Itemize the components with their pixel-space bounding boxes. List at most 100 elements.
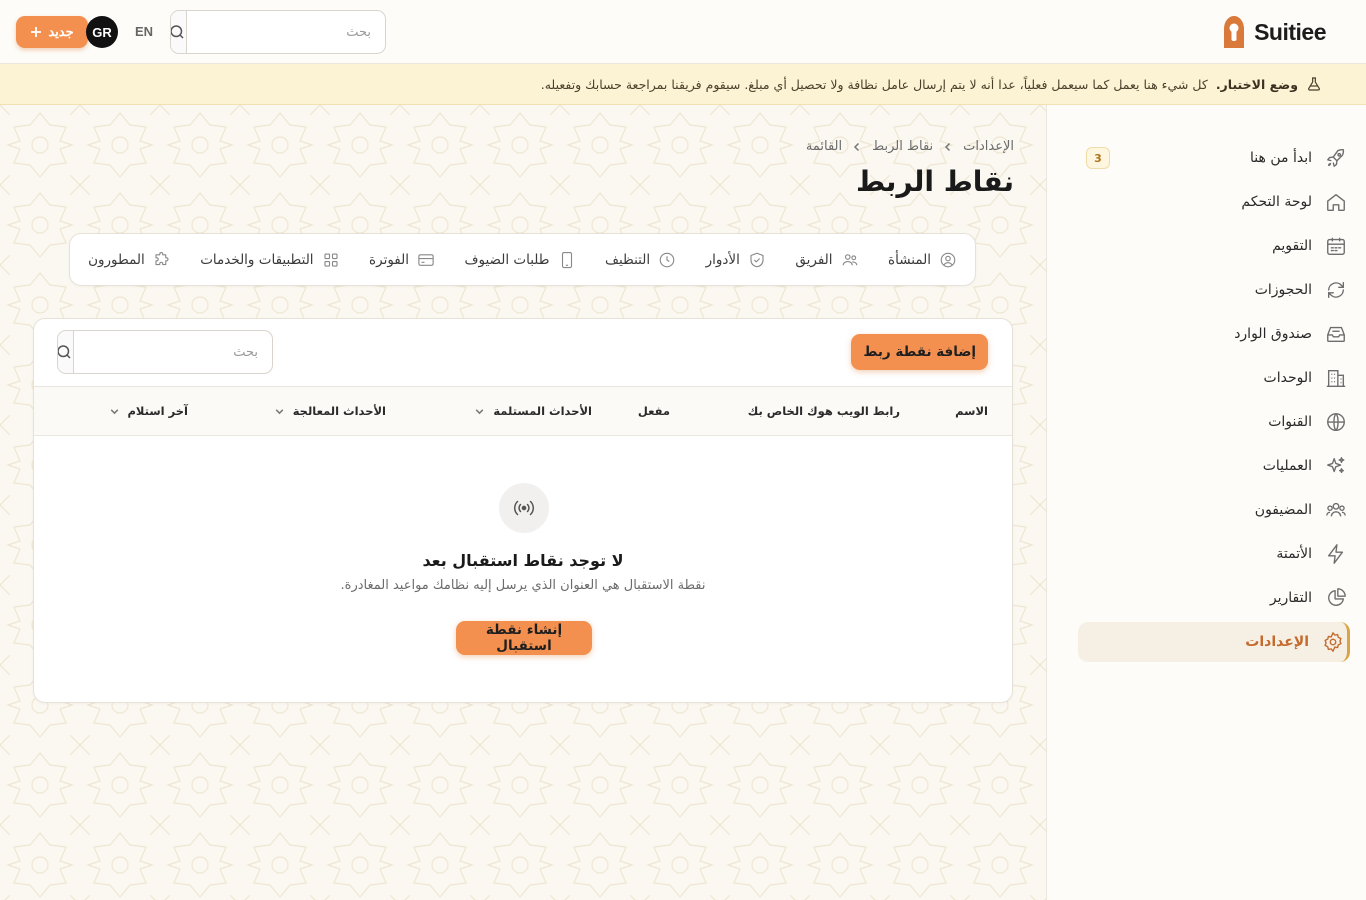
broadcast-icon xyxy=(499,483,549,533)
language-switch[interactable]: EN xyxy=(135,24,153,39)
keyhole-logo-icon xyxy=(1224,16,1245,48)
brand-name: Suitiee xyxy=(1254,18,1326,45)
rocket-icon xyxy=(1324,146,1348,170)
tab-label: المنشأة xyxy=(888,251,931,268)
column-header-label: الأحداث المعالجة xyxy=(292,404,386,418)
brand-logo[interactable]: Suitiee xyxy=(1221,15,1326,49)
tab-property[interactable]: المنشأة xyxy=(888,251,957,269)
breadcrumb-current: القائمة xyxy=(805,139,843,154)
tab-label: الأدوار xyxy=(705,251,740,268)
sidebar-item-calendar[interactable]: التقويم xyxy=(1078,226,1350,266)
new-button[interactable]: جديد xyxy=(16,16,88,48)
tab-cleaning[interactable]: التنظيف xyxy=(605,251,676,269)
search-icon xyxy=(58,345,71,359)
chevron-down-icon xyxy=(275,408,284,414)
column-header-label: آخر استلام xyxy=(127,404,189,418)
new-button-label: جديد xyxy=(48,24,74,39)
bolt-icon xyxy=(1324,542,1348,566)
column-events-processed[interactable]: الأحداث المعالجة xyxy=(274,404,386,418)
user-avatar[interactable]: GR xyxy=(86,16,118,48)
global-search-input[interactable] xyxy=(187,11,385,53)
sidebar-item-label: العمليات xyxy=(1262,458,1312,474)
sidebar-item-settings[interactable]: الإعدادات xyxy=(1078,622,1350,662)
column-header-label: الاسم xyxy=(955,404,988,418)
webhooks-card: إضافة نقطة ربط الاسم رابط الويب هوك الخا… xyxy=(33,318,1013,703)
sidebar-item-dashboard[interactable]: لوحة التحكم xyxy=(1078,182,1350,222)
phone-icon xyxy=(561,251,572,268)
tab-label: الفوترة xyxy=(369,251,409,268)
empty-state-title: لا توجد نقاط استقبال بعد xyxy=(422,551,624,570)
column-webhook-url: رابط الويب هوك الخاص بك xyxy=(748,404,900,418)
sidebar-item-label: التقارير xyxy=(1269,590,1312,606)
search-icon xyxy=(171,25,184,39)
tab-guest-requests[interactable]: طلبات الضيوف xyxy=(464,251,575,269)
credit-card-icon xyxy=(418,253,434,266)
global-search-button[interactable] xyxy=(171,11,187,53)
global-search[interactable] xyxy=(170,10,386,54)
grid-icon xyxy=(324,252,338,267)
sidebar-item-label: الحجوزات xyxy=(1254,282,1312,298)
tab-roles[interactable]: الأدوار xyxy=(706,251,766,269)
tab-label: التنظيف xyxy=(604,251,651,268)
table-search-button[interactable] xyxy=(58,331,74,373)
sidebar-item-inbox[interactable]: صندوق الوارد xyxy=(1078,314,1350,354)
pie-chart-icon xyxy=(1324,586,1348,610)
sidebar-item-get-started[interactable]: ابدأ من هنا 3 xyxy=(1078,138,1350,178)
sidebar-item-label: ابدأ من هنا xyxy=(1250,150,1312,166)
breadcrumb-webhooks[interactable]: نقاط الربط xyxy=(872,139,933,154)
sidebar-item-units[interactable]: الوحدات xyxy=(1078,358,1350,398)
sidebar-item-label: الإعدادات xyxy=(1245,634,1309,650)
tab-billing[interactable]: الفوترة xyxy=(369,251,435,269)
test-mode-title: وضع الاختبار. xyxy=(1215,76,1298,92)
chevron-down-icon xyxy=(110,408,118,414)
sidebar-item-bookings[interactable]: الحجوزات xyxy=(1078,270,1350,310)
sidebar-item-label: لوحة التحكم xyxy=(1241,194,1312,210)
sidebar-count-badge: 3 xyxy=(1086,147,1110,169)
sidebar-item-automation[interactable]: الأتمتة xyxy=(1078,534,1350,574)
building-icon xyxy=(1324,366,1348,390)
create-endpoint-button[interactable]: إنشاء نقطة استقبال xyxy=(456,621,592,655)
gear-icon xyxy=(1321,630,1345,654)
main-content: الإعدادات نقاط الربط القائمة نقاط الربط … xyxy=(0,105,1046,900)
table-search-input[interactable] xyxy=(74,331,272,373)
inbox-icon xyxy=(1324,322,1348,346)
page-title: نقاط الربط xyxy=(855,165,1014,198)
tab-label: المطورون xyxy=(88,251,145,268)
tab-apps-services[interactable]: التطبيقات والخدمات xyxy=(200,251,339,269)
home-icon xyxy=(1324,190,1348,214)
shield-icon xyxy=(750,252,764,267)
sidebar-item-reports[interactable]: التقارير xyxy=(1078,578,1350,618)
sidebar-item-hosts[interactable]: المضيفون xyxy=(1078,490,1350,530)
globe-icon xyxy=(1324,410,1348,434)
column-header-label: الأحداث المستلمة xyxy=(493,404,592,418)
tab-developers[interactable]: المطورون xyxy=(88,251,171,269)
user-circle-icon xyxy=(940,252,956,267)
table-search[interactable] xyxy=(57,330,273,374)
table-header: الاسم رابط الويب هوك الخاص بك مفعل الأحد… xyxy=(34,386,1012,436)
clock-icon xyxy=(659,252,675,267)
add-webhook-button[interactable]: إضافة نقطة ربط xyxy=(851,334,988,370)
sidebar-item-label: القنوات xyxy=(1268,414,1312,430)
tab-team[interactable]: الفريق xyxy=(795,251,858,269)
column-last-received[interactable]: آخر استلام xyxy=(109,404,189,418)
puzzle-icon xyxy=(155,251,169,265)
users-icon xyxy=(842,253,857,265)
plus-icon xyxy=(31,27,42,37)
sidebar-item-channels[interactable]: القنوات xyxy=(1078,402,1350,442)
empty-state-description: نقطة الاستقبال هي العنوان الذي يرسل إليه… xyxy=(340,578,706,593)
sidebar-item-label: صندوق الوارد xyxy=(1234,326,1312,342)
calendar-icon xyxy=(1324,234,1348,258)
test-mode-banner: وضع الاختبار. كل شيء هنا يعمل كما سيعمل … xyxy=(0,64,1366,105)
column-header-label: مفعل xyxy=(637,404,670,418)
column-name: الاسم xyxy=(955,404,988,418)
flask-icon xyxy=(1308,77,1320,91)
breadcrumb: الإعدادات نقاط الربط القائمة xyxy=(806,139,1014,154)
column-events-received[interactable]: الأحداث المستلمة xyxy=(474,404,592,418)
settings-tabs: المنشأة الفريق الأدوار التنظيف طلبات الض… xyxy=(69,233,976,286)
breadcrumb-settings[interactable]: الإعدادات xyxy=(963,139,1014,154)
chevron-down-icon xyxy=(475,408,484,414)
test-mode-message: كل شيء هنا يعمل كما سيعمل فعلياً، عدا أن… xyxy=(540,76,1208,92)
sparkles-icon xyxy=(1324,454,1348,478)
sidebar: ابدأ من هنا 3 لوحة التحكم التقويم الحجوز… xyxy=(1046,105,1366,900)
sidebar-item-operations[interactable]: العمليات xyxy=(1078,446,1350,486)
